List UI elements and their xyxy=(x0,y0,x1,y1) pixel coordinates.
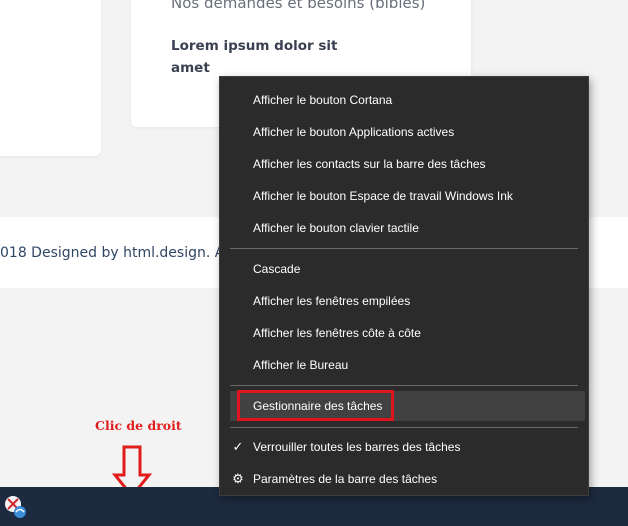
content-card-left xyxy=(0,0,101,156)
app-icon[interactable] xyxy=(3,493,29,519)
footer-copyright: 018 Designed by html.design. All xyxy=(0,245,233,261)
gear-icon: ⚙ xyxy=(232,471,244,486)
menu-item-cortana[interactable]: Afficher le bouton Cortana xyxy=(220,87,588,113)
menu-item-cascade[interactable]: Cascade xyxy=(220,256,588,282)
menu-item-label: Verrouiller toutes les barres des tâches xyxy=(253,440,461,454)
card-text: Lorem ipsum dolor sit amet xyxy=(171,38,338,76)
menu-item-taskbar-settings[interactable]: ⚙ Paramètres de la barre des tâches xyxy=(220,466,588,492)
menu-item-contacts[interactable]: Afficher les contacts sur la barre des t… xyxy=(220,151,588,177)
annotation-label: Clic de droit xyxy=(95,418,182,433)
menu-item-side-by-side[interactable]: Afficher les fenêtres côte à côte xyxy=(220,320,588,346)
menu-item-stacked[interactable]: Afficher les fenêtres empilées xyxy=(220,288,588,314)
menu-separator xyxy=(230,427,578,428)
taskbar-context-menu: Afficher le bouton Cortana Afficher le b… xyxy=(219,76,589,496)
menu-item-windows-ink[interactable]: Afficher le bouton Espace de travail Win… xyxy=(220,183,588,209)
menu-separator xyxy=(230,248,578,249)
card-subtitle: Nos demandes et besoins (bibles) xyxy=(171,0,426,12)
checkmark-icon: ✓ xyxy=(232,439,244,454)
menu-item-lock-taskbars[interactable]: ✓ Verrouiller toutes les barres des tâch… xyxy=(220,434,588,460)
menu-separator xyxy=(230,385,578,386)
menu-item-show-desktop[interactable]: Afficher le Bureau xyxy=(220,352,588,378)
task-manager-highlight xyxy=(237,390,394,421)
menu-item-active-apps[interactable]: Afficher le bouton Applications actives xyxy=(220,119,588,145)
menu-item-label: Paramètres de la barre des tâches xyxy=(253,472,438,486)
menu-item-touch-keyboard[interactable]: Afficher le bouton clavier tactile xyxy=(220,215,588,241)
